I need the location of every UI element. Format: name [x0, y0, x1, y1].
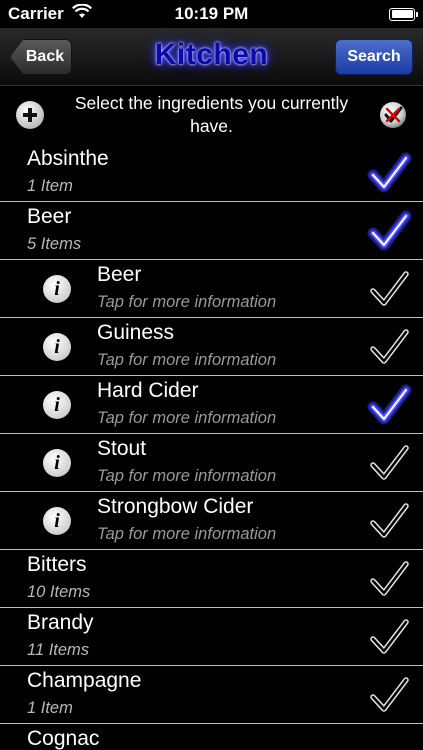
checkmark-icon[interactable] [367, 557, 411, 601]
checkmark-icon[interactable] [367, 673, 411, 717]
row-subtitle: 10 Items [27, 583, 91, 601]
list-header: Select the ingredients you currently hav… [0, 86, 423, 144]
search-button[interactable]: Search [335, 39, 413, 75]
add-icon[interactable] [16, 101, 44, 129]
row-title: Stout [97, 437, 147, 460]
row-title: Bitters [27, 553, 87, 576]
checkmark-icon[interactable] [367, 151, 412, 195]
checkmark-icon[interactable] [367, 499, 411, 543]
status-bar: Carrier 10:19 PM [0, 0, 423, 28]
row-subtitle: Tap for more information [97, 525, 277, 543]
category-row[interactable]: Brandy 11 Items [0, 608, 423, 666]
category-row[interactable]: Beer 5 Items [0, 202, 423, 260]
checkmark-icon[interactable] [367, 383, 412, 427]
row-title: Brandy [27, 611, 94, 634]
info-icon[interactable]: i [43, 507, 71, 535]
row-title: Beer [27, 205, 72, 228]
category-row[interactable]: Absinthe 1 Item [0, 144, 423, 202]
row-title: Absinthe [27, 147, 109, 170]
carrier-label: Carrier [8, 4, 64, 23]
ingredient-row[interactable]: i Stout Tap for more information [0, 434, 423, 492]
ingredient-row[interactable]: i Guiness Tap for more information [0, 318, 423, 376]
info-icon[interactable]: i [43, 275, 71, 303]
checkmark-icon[interactable] [367, 267, 411, 311]
info-icon[interactable]: i [43, 391, 71, 419]
row-subtitle: 1 Item [27, 177, 73, 195]
row-title: Strongbow Cider [97, 495, 254, 518]
row-subtitle: 5 Items [27, 235, 82, 253]
info-icon[interactable]: i [43, 449, 71, 477]
row-subtitle: Tap for more information [97, 351, 277, 369]
row-subtitle: 1 Item [27, 699, 73, 717]
row-title: Hard Cider [97, 379, 199, 402]
status-left: Carrier [8, 3, 92, 24]
category-row[interactable]: Cognac [0, 724, 423, 750]
ingredient-row[interactable]: i Hard Cider Tap for more information [0, 376, 423, 434]
row-title: Champagne [27, 669, 142, 692]
row-subtitle: Tap for more information [97, 467, 277, 485]
row-subtitle: 11 Items [27, 641, 90, 659]
checkmark-icon[interactable] [367, 615, 411, 659]
battery-icon [389, 7, 418, 21]
category-row[interactable]: Champagne 1 Item [0, 666, 423, 724]
clear-all-icon[interactable] [379, 101, 407, 129]
instruction-text: Select the ingredients you currently hav… [74, 93, 349, 136]
ingredient-row[interactable]: i Strongbow Cider Tap for more informati… [0, 492, 423, 550]
ingredient-row[interactable]: i Beer Tap for more information [0, 260, 423, 318]
wifi-icon [71, 3, 92, 24]
row-title: Beer [97, 263, 142, 286]
row-title: Cognac [27, 727, 100, 750]
row-subtitle: Tap for more information [97, 293, 277, 311]
category-row[interactable]: Bitters 10 Items [0, 550, 423, 608]
info-icon[interactable]: i [43, 333, 71, 361]
row-subtitle: Tap for more information [97, 409, 277, 427]
checkmark-icon[interactable] [367, 441, 411, 485]
ingredient-list: Absinthe 1 Item Beer 5 Items i Beer Tap … [0, 144, 423, 750]
checkmark-icon[interactable] [367, 209, 412, 253]
row-title: Guiness [97, 321, 175, 344]
navigation-bar: Back Kitchen Search [0, 28, 423, 86]
checkmark-icon[interactable] [367, 325, 411, 369]
